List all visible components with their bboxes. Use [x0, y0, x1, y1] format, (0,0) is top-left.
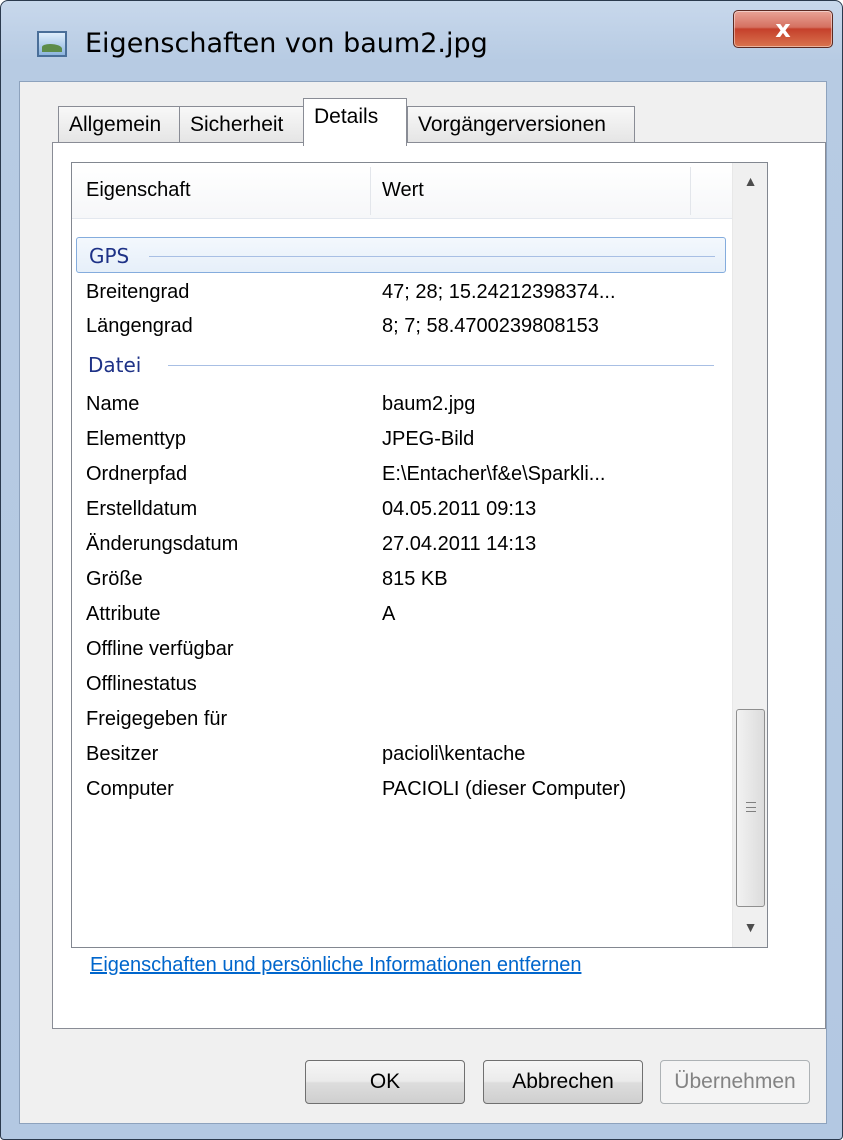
property-name: Elementtyp: [86, 428, 187, 450]
apply-button[interactable]: Übernehmen: [660, 1060, 810, 1104]
image-file-icon: [37, 31, 67, 57]
tab-sicherheit[interactable]: Sicherheit: [179, 106, 304, 144]
tab-allgemein[interactable]: Allgemein: [58, 106, 180, 144]
property-name: Offline verfügbar: [86, 638, 234, 660]
group-divider-line: [149, 256, 715, 257]
column-divider[interactable]: [690, 167, 691, 215]
column-divider[interactable]: [370, 167, 371, 215]
list-item[interactable]: Offlinestatus: [86, 667, 726, 701]
list-item[interactable]: Ordnerpfad E:\Entacher\f&e\Sparkli...: [86, 457, 726, 491]
group-header-datei[interactable]: Datei: [76, 347, 726, 383]
scroll-up-arrow-icon[interactable]: ▲: [733, 163, 767, 199]
property-name: Name: [86, 393, 140, 415]
scroll-thumb[interactable]: [736, 709, 765, 907]
list-item[interactable]: Attribute A: [86, 597, 726, 631]
property-value: 04.05.2011 09:13: [382, 498, 537, 520]
property-name: Breitengrad: [86, 281, 190, 303]
list-item[interactable]: Name baum2.jpg: [86, 387, 726, 421]
title-bar[interactable]: Eigenschaften von baum2.jpg x: [1, 1, 842, 81]
property-name: Besitzer: [86, 743, 159, 765]
list-item[interactable]: Freigegeben für: [86, 702, 726, 736]
list-item[interactable]: Offline verfügbar: [86, 632, 726, 666]
dialog-client-area: Allgemein Sicherheit Details Vorgängerve…: [19, 81, 827, 1124]
list-item[interactable]: Änderungsdatum 27.04.2011 14:13: [86, 527, 726, 561]
property-name: Längengrad: [86, 315, 193, 337]
property-value: 27.04.2011 14:13: [382, 533, 537, 555]
list-item[interactable]: Größe 815 KB: [86, 562, 726, 596]
property-value: JPEG-Bild: [382, 428, 475, 450]
property-value: 8; 7; 58.4700239808153: [382, 315, 599, 337]
tab-vorgaengerversionen[interactable]: Vorgängerversionen: [407, 106, 635, 144]
ok-button[interactable]: OK: [305, 1060, 465, 1104]
group-label: Datei: [88, 353, 142, 377]
column-header-bar: Eigenschaft Wert: [72, 163, 732, 219]
list-item[interactable]: Elementtyp JPEG-Bild: [86, 422, 726, 456]
property-value: PACIOLI (dieser Computer): [382, 778, 627, 800]
scroll-down-arrow-icon[interactable]: ▼: [733, 909, 767, 945]
tab-details[interactable]: Details: [303, 98, 407, 146]
property-name: Größe: [86, 568, 143, 590]
property-name: Offlinestatus: [86, 673, 197, 695]
details-list-view[interactable]: Eigenschaft Wert GPS Breitengrad 47; 28;…: [71, 162, 768, 948]
property-name: Computer: [86, 778, 174, 800]
property-value: A: [382, 603, 396, 625]
grip-lines-icon: [746, 802, 756, 812]
column-header-property[interactable]: Eigenschaft: [86, 179, 191, 202]
list-item[interactable]: Computer PACIOLI (dieser Computer): [86, 772, 726, 806]
group-header-gps[interactable]: GPS: [76, 237, 726, 273]
remove-properties-link[interactable]: Eigenschaften und persönliche Informatio…: [90, 954, 581, 977]
property-name: Ordnerpfad: [86, 463, 188, 485]
group-label: GPS: [89, 244, 130, 268]
property-value: E:\Entacher\f&e\Sparkli...: [382, 463, 606, 485]
list-item[interactable]: Längengrad 8; 7; 58.4700239808153: [86, 309, 726, 343]
property-value: 815 KB: [382, 568, 448, 590]
property-name: Änderungsdatum: [86, 533, 239, 555]
list-item[interactable]: Erstelldatum 04.05.2011 09:13: [86, 492, 726, 526]
property-value: pacioli\kentache: [382, 743, 526, 765]
property-value: baum2.jpg: [382, 393, 476, 415]
column-header-value[interactable]: Wert: [382, 179, 424, 202]
property-value: 47; 28; 15.24212398374...: [382, 281, 616, 303]
close-button[interactable]: x: [733, 10, 833, 48]
window-title: Eigenschaften von baum2.jpg: [85, 28, 488, 59]
cancel-button[interactable]: Abbrechen: [483, 1060, 643, 1104]
property-name: Erstelldatum: [86, 498, 198, 520]
property-name: Freigegeben für: [86, 708, 228, 730]
vertical-scrollbar[interactable]: ▲ ▼: [732, 163, 767, 947]
properties-window: Eigenschaften von baum2.jpg x Allgemein …: [0, 0, 843, 1140]
list-item[interactable]: Besitzer pacioli\kentache: [86, 737, 726, 771]
property-name: Attribute: [86, 603, 161, 625]
group-divider-line: [168, 365, 714, 366]
list-item[interactable]: Breitengrad 47; 28; 15.24212398374...: [86, 275, 726, 309]
